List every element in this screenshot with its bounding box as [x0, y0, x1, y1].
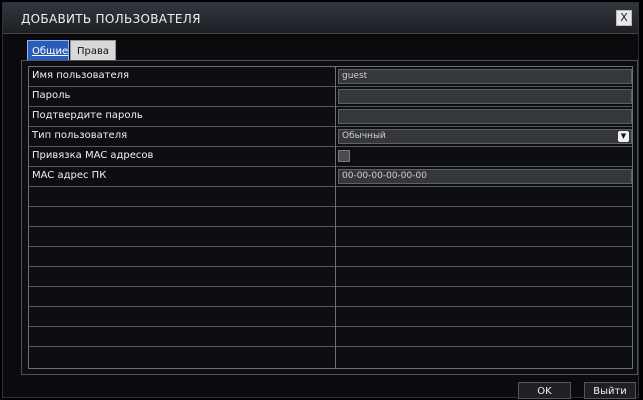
tab-general[interactable]: Общие [27, 40, 69, 61]
mac-address-label: MAC адрес ПК [32, 170, 107, 181]
row-confirm-password: Подтвердите пароль [29, 107, 632, 127]
row-mac-address: MAC адрес ПК 00-00-00-00-00-00 [29, 167, 632, 187]
username-field[interactable]: guest [338, 69, 632, 84]
exit-button[interactable]: Выйти [584, 382, 636, 399]
confirm-password-label: Подтвердите пароль [32, 110, 143, 121]
user-type-label: Тип пользователя [32, 130, 128, 141]
table-row [29, 267, 632, 287]
table-row [29, 207, 632, 227]
row-user-type: Тип пользователя Обычный ▼ [29, 127, 632, 147]
table-row [29, 227, 632, 247]
dialog-titlebar: ДОБАВИТЬ ПОЛЬЗОВАТЕЛЯ X [3, 3, 638, 34]
table-row [29, 327, 632, 347]
confirm-password-field[interactable] [338, 109, 632, 124]
row-username: Имя пользователя guest [29, 67, 632, 87]
mac-binding-checkbox[interactable] [338, 150, 350, 162]
add-user-dialog: ДОБАВИТЬ ПОЛЬЗОВАТЕЛЯ X Общие Права Имя … [2, 2, 639, 399]
tab-rights[interactable]: Права [70, 40, 116, 61]
row-mac-binding: Привязка MAC адресов [29, 147, 632, 167]
chevron-down-icon[interactable]: ▼ [618, 131, 629, 142]
table-row [29, 347, 632, 367]
username-label: Имя пользователя [32, 70, 130, 81]
table-row [29, 287, 632, 307]
user-type-value: Обычный [342, 131, 386, 141]
dialog-title: ДОБАВИТЬ ПОЛЬЗОВАТЕЛЯ [21, 12, 201, 26]
ok-button[interactable]: OK [518, 382, 571, 399]
password-field[interactable] [338, 89, 632, 104]
table-row [29, 307, 632, 327]
mac-binding-label: Привязка MAC адресов [32, 150, 154, 161]
user-type-select[interactable]: Обычный ▼ [338, 129, 632, 144]
column-divider [335, 67, 336, 368]
close-icon[interactable]: X [616, 10, 632, 26]
tab-panel: Имя пользователя guest Пароль Подтвердит… [21, 60, 638, 375]
table-row [29, 187, 632, 207]
password-label: Пароль [32, 90, 71, 101]
mac-address-field[interactable]: 00-00-00-00-00-00 [338, 169, 632, 184]
row-password: Пароль [29, 87, 632, 107]
table-row [29, 247, 632, 267]
form-grid: Имя пользователя guest Пароль Подтвердит… [28, 66, 633, 369]
